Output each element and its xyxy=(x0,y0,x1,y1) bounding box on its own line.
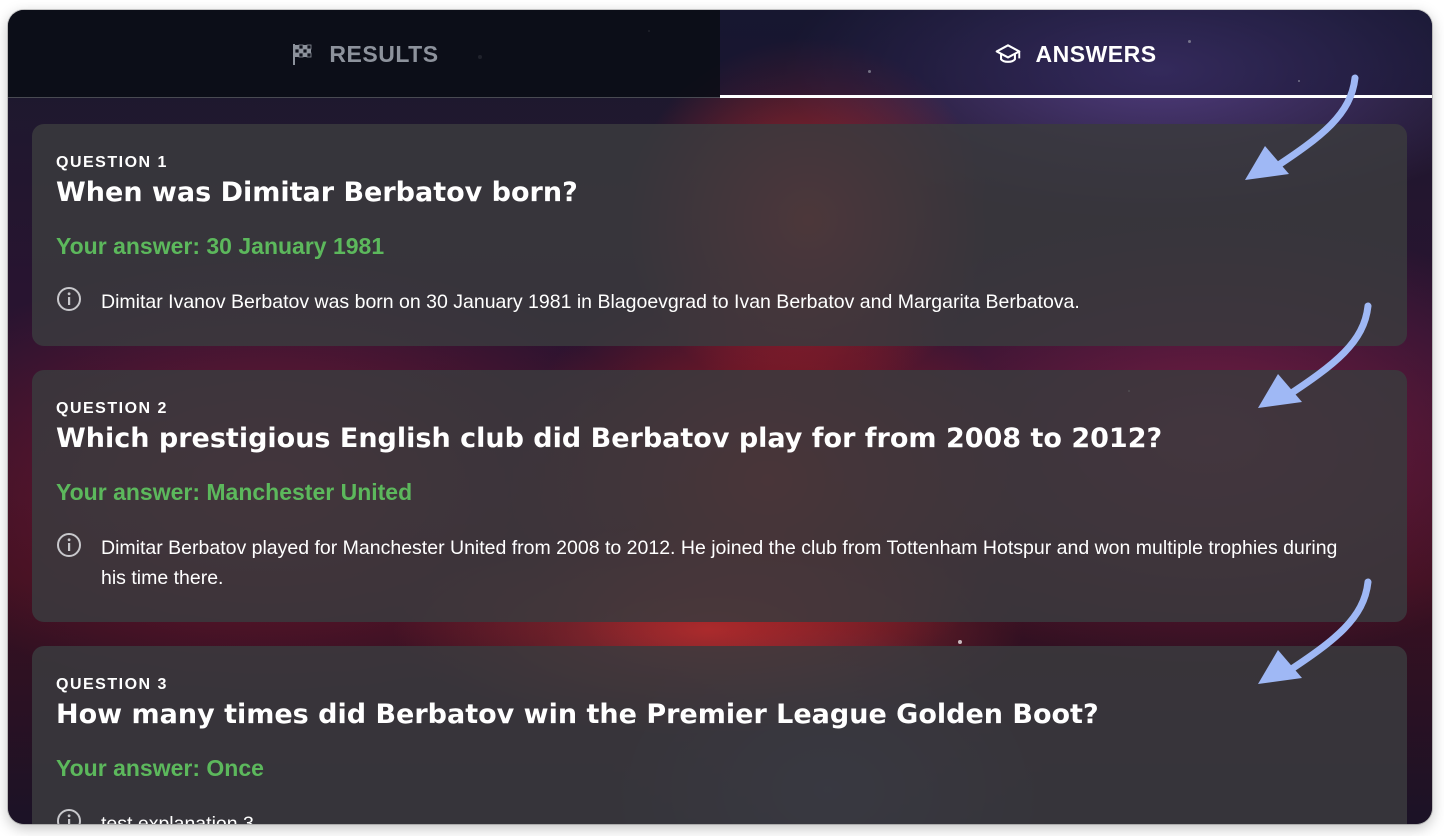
explanation: Dimitar Ivanov Berbatov was born on 30 J… xyxy=(56,287,1347,317)
question-title: How many times did Berbatov win the Prem… xyxy=(56,699,1099,730)
your-answer: Your answer: Once xyxy=(56,755,264,781)
question-title: Which prestigious English club did Berba… xyxy=(56,423,1163,454)
info-icon xyxy=(56,286,82,312)
tab-bar: RESULTS ANSWERS xyxy=(8,10,1432,98)
explanation-text: Dimitar Ivanov Berbatov was born on 30 J… xyxy=(101,291,1080,313)
explanation: Dimitar Berbatov played for Manchester U… xyxy=(56,533,1347,593)
question-title: When was Dimitar Berbatov born? xyxy=(56,177,578,208)
annotation-arrow xyxy=(1258,578,1372,684)
question-number: QUESTION 2 xyxy=(56,400,168,417)
question-number: QUESTION 1 xyxy=(56,154,168,171)
annotation-arrow xyxy=(1245,74,1359,180)
question-card-1: QUESTION 1 When was Dimitar Berbatov bor… xyxy=(32,124,1407,346)
explanation: test explanation 3 xyxy=(56,809,1347,824)
info-icon xyxy=(56,532,82,558)
question-number: QUESTION 3 xyxy=(56,676,168,693)
your-answer: Your answer: 30 January 1981 xyxy=(56,233,385,259)
question-card-3: QUESTION 3 How many times did Berbatov w… xyxy=(32,646,1407,824)
tab-answers-label: ANSWERS xyxy=(1035,40,1157,67)
quiz-window: RESULTS ANSWERS QUESTION 1 When was Dimi… xyxy=(8,10,1432,824)
info-icon xyxy=(56,808,82,824)
graduation-cap-icon xyxy=(995,41,1021,67)
question-card-2: QUESTION 2 Which prestigious English clu… xyxy=(32,370,1407,622)
explanation-text: test explanation 3 xyxy=(101,813,254,824)
tab-results[interactable]: RESULTS xyxy=(8,10,720,98)
annotation-arrow xyxy=(1258,302,1372,408)
explanation-text: Dimitar Berbatov played for Manchester U… xyxy=(101,537,1338,589)
checkered-flag-icon xyxy=(289,41,315,67)
tab-results-label: RESULTS xyxy=(329,40,439,67)
your-answer: Your answer: Manchester United xyxy=(56,479,413,505)
